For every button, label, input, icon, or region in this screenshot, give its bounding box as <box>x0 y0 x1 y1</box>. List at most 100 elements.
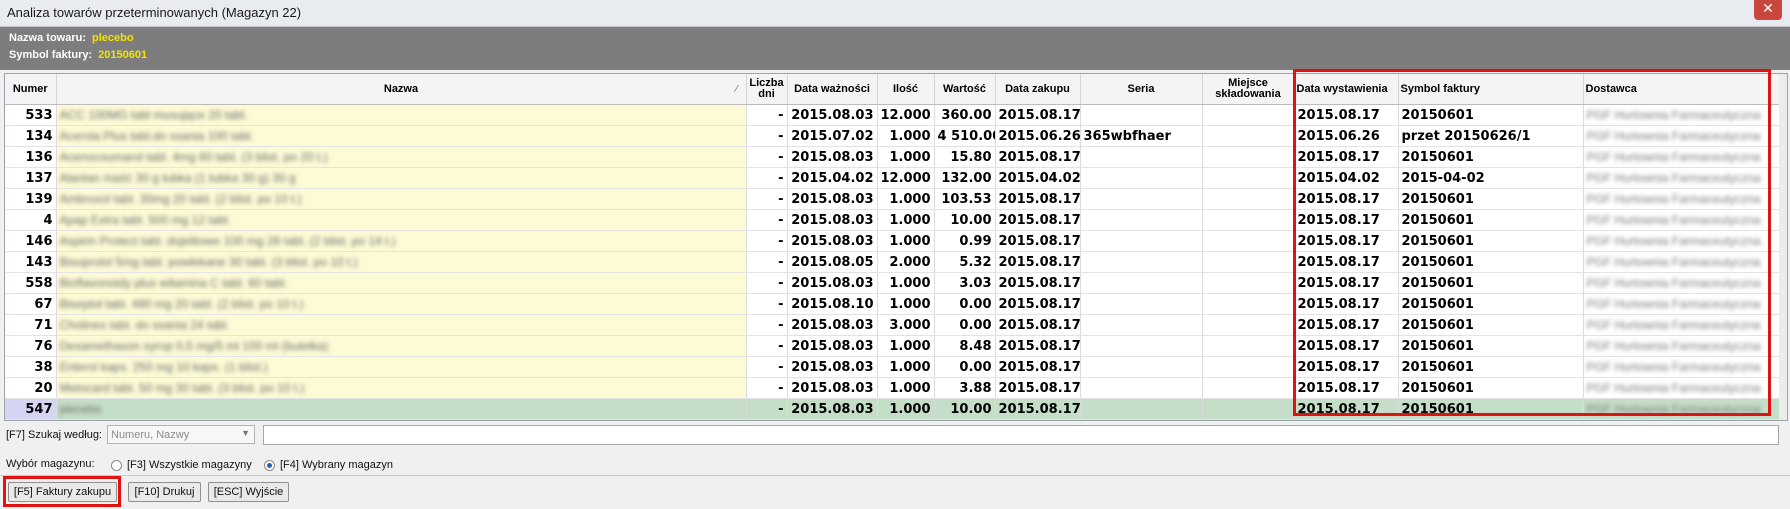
cell-data-wystawienia[interactable]: 2015.08.17 <box>1294 230 1399 252</box>
cell-dostawca[interactable]: PGF Hurtownia Farmaceutyczna <box>1583 104 1780 126</box>
cell-seria[interactable] <box>1080 251 1203 273</box>
cell-miejsce[interactable] <box>1202 314 1295 336</box>
cell-data-waznosci[interactable]: 2015.08.03 <box>787 335 878 357</box>
data-grid[interactable]: Numer Nazwa ⁄ Liczba dni Data ważności Il… <box>4 73 1788 421</box>
col-data-waznosci[interactable]: Data ważności <box>787 74 878 105</box>
cell-dostawca[interactable]: PGF Hurtownia Farmaceutyczna <box>1583 272 1780 294</box>
col-symbol-faktury[interactable]: Symbol faktury <box>1398 74 1584 105</box>
cell-data-wystawienia[interactable]: 2015.04.02 <box>1294 167 1399 189</box>
cell-seria[interactable] <box>1080 146 1203 168</box>
cell-miejsce[interactable] <box>1202 293 1295 315</box>
cell-data-wystawienia[interactable]: 2015.08.17 <box>1294 209 1399 231</box>
cell-wartosc[interactable]: 5.32 <box>934 251 996 273</box>
radio-selected-warehouse[interactable] <box>264 460 275 471</box>
cell-dostawca[interactable]: PGF Hurtownia Farmaceutyczna <box>1583 125 1780 147</box>
cell-nazwa[interactable]: Apap Extra tabl. 500 mg 12 tabl. <box>56 209 747 231</box>
table-row[interactable]: 558 Bioflavonoidy plus witamina C tabl. 6… <box>5 272 1780 294</box>
cell-data-zakupu[interactable]: 2015.08.17 <box>995 209 1081 231</box>
cell-seria[interactable] <box>1080 209 1203 231</box>
cell-data-wystawienia[interactable]: 2015.08.17 <box>1294 251 1399 273</box>
cell-wartosc[interactable]: 132.00 <box>934 167 996 189</box>
cell-seria[interactable] <box>1080 104 1203 126</box>
cell-symbol-faktury[interactable]: 20150601 <box>1398 293 1584 315</box>
cell-symbol-faktury[interactable]: 20150601 <box>1398 230 1584 252</box>
cell-symbol-faktury[interactable]: 20150601 <box>1398 209 1584 231</box>
table-row[interactable]: 143 Bisoprolol 5mg tabl. powlekane 30 tab… <box>5 251 1780 273</box>
cell-seria[interactable] <box>1080 167 1203 189</box>
cell-symbol-faktury[interactable]: 20150601 <box>1398 104 1584 126</box>
cell-nazwa[interactable]: Acenocoumarol tabl. 4mg 60 tabl. (3 blis… <box>56 146 747 168</box>
cell-symbol-faktury[interactable]: 20150601 <box>1398 272 1584 294</box>
cell-data-zakupu[interactable]: 2015.08.17 <box>995 356 1081 378</box>
col-ilosc[interactable]: Ilość <box>877 74 935 105</box>
purchase-invoices-button[interactable]: [F5] Faktury zakupu <box>8 482 117 502</box>
table-row[interactable]: 533 ACC 100MG tabl musujące 20 tabl. -2015… <box>5 104 1780 126</box>
cell-data-wystawienia[interactable]: 2015.08.17 <box>1294 356 1399 378</box>
cell-nazwa[interactable]: ACC 100MG tabl musujące 20 tabl. <box>56 104 747 126</box>
cell-data-wystawienia[interactable]: 2015.08.17 <box>1294 314 1399 336</box>
cell-data-zakupu[interactable]: 2015.06.26 <box>995 125 1081 147</box>
cell-data-zakupu[interactable]: 2015.08.17 <box>995 272 1081 294</box>
cell-ilosc[interactable]: 12.000 <box>877 104 935 126</box>
cell-liczba-dni[interactable]: - <box>746 125 788 147</box>
cell-seria[interactable] <box>1080 398 1203 420</box>
cell-wartosc[interactable]: 15.80 <box>934 146 996 168</box>
cell-ilosc[interactable]: 3.000 <box>877 314 935 336</box>
cell-wartosc[interactable]: 8.48 <box>934 335 996 357</box>
table-row[interactable]: 136 Acenocoumarol tabl. 4mg 60 tabl. (3 b… <box>5 146 1780 168</box>
cell-miejsce[interactable] <box>1202 230 1295 252</box>
cell-data-waznosci[interactable]: 2015.08.03 <box>787 209 878 231</box>
cell-ilosc[interactable]: 1.000 <box>877 125 935 147</box>
cell-numer[interactable]: 146 <box>5 230 57 252</box>
cell-symbol-faktury[interactable]: 20150601 <box>1398 377 1584 399</box>
cell-data-waznosci[interactable]: 2015.08.03 <box>787 188 878 210</box>
cell-symbol-faktury[interactable]: 20150601 <box>1398 335 1584 357</box>
close-icon[interactable]: ✕ <box>1754 0 1782 20</box>
cell-nazwa[interactable]: Alantan maść 30 g tubka (1 tubka 30 g) 3… <box>56 167 747 189</box>
cell-wartosc[interactable]: 0.00 <box>934 314 996 336</box>
col-data-zakupu[interactable]: Data zakupu <box>995 74 1081 105</box>
cell-data-wystawienia[interactable]: 2015.08.17 <box>1294 272 1399 294</box>
cell-data-waznosci[interactable]: 2015.08.03 <box>787 146 878 168</box>
cell-data-zakupu[interactable]: 2015.08.17 <box>995 398 1081 420</box>
cell-numer[interactable]: 67 <box>5 293 57 315</box>
cell-ilosc[interactable]: 1.000 <box>877 377 935 399</box>
cell-liczba-dni[interactable]: - <box>746 146 788 168</box>
cell-dostawca[interactable]: PGF Hurtownia Farmaceutyczna <box>1583 335 1780 357</box>
cell-data-waznosci[interactable]: 2015.04.02 <box>787 167 878 189</box>
cell-seria[interactable] <box>1080 314 1203 336</box>
cell-liczba-dni[interactable]: - <box>746 335 788 357</box>
cell-symbol-faktury[interactable]: 20150601 <box>1398 251 1584 273</box>
cell-seria[interactable] <box>1080 293 1203 315</box>
table-row[interactable]: 71 Cholinex tabl. do ssania 24 tabl. -2015… <box>5 314 1780 336</box>
cell-symbol-faktury[interactable]: 20150601 <box>1398 146 1584 168</box>
cell-data-waznosci[interactable]: 2015.08.03 <box>787 377 878 399</box>
cell-data-zakupu[interactable]: 2015.08.17 <box>995 335 1081 357</box>
cell-data-zakupu[interactable]: 2015.08.17 <box>995 230 1081 252</box>
cell-nazwa[interactable]: Dexamethason syrop 0,5 mg/5 ml 100 ml (b… <box>56 335 747 357</box>
cell-data-wystawienia[interactable]: 2015.08.17 <box>1294 146 1399 168</box>
cell-ilosc[interactable]: 1.000 <box>877 356 935 378</box>
cell-dostawca[interactable]: PGF Hurtownia Farmaceutyczna <box>1583 209 1780 231</box>
cell-numer[interactable]: 136 <box>5 146 57 168</box>
cell-nazwa[interactable]: Aspirin Protect tabl. dojelitowe 100 mg … <box>56 230 747 252</box>
cell-wartosc[interactable]: 103.53 <box>934 188 996 210</box>
cell-miejsce[interactable] <box>1202 377 1295 399</box>
print-button[interactable]: [F10] Drukuj <box>128 482 201 502</box>
cell-seria[interactable] <box>1080 356 1203 378</box>
vertical-scrollbar[interactable] <box>1779 74 1787 420</box>
cell-data-zakupu[interactable]: 2015.08.17 <box>995 188 1081 210</box>
cell-wartosc[interactable]: 0.99 <box>934 230 996 252</box>
cell-data-waznosci[interactable]: 2015.08.03 <box>787 398 878 420</box>
cell-ilosc[interactable]: 1.000 <box>877 230 935 252</box>
cell-numer[interactable]: 38 <box>5 356 57 378</box>
cell-seria[interactable]: 365wbfhaer <box>1080 125 1203 147</box>
cell-symbol-faktury[interactable]: 2015-04-02 <box>1398 167 1584 189</box>
cell-nazwa[interactable]: Cholinex tabl. do ssania 24 tabl. <box>56 314 747 336</box>
cell-dostawca[interactable]: PGF Hurtownia Farmaceutyczna <box>1583 167 1780 189</box>
cell-numer[interactable]: 558 <box>5 272 57 294</box>
search-input[interactable] <box>263 425 1779 445</box>
cell-data-zakupu[interactable]: 2015.08.17 <box>995 251 1081 273</box>
table-row[interactable]: 134 Acerola Plus tabl.do ssania 100 tabl.… <box>5 125 1780 147</box>
cell-dostawca[interactable]: PGF Hurtownia Farmaceutyczna <box>1583 230 1780 252</box>
